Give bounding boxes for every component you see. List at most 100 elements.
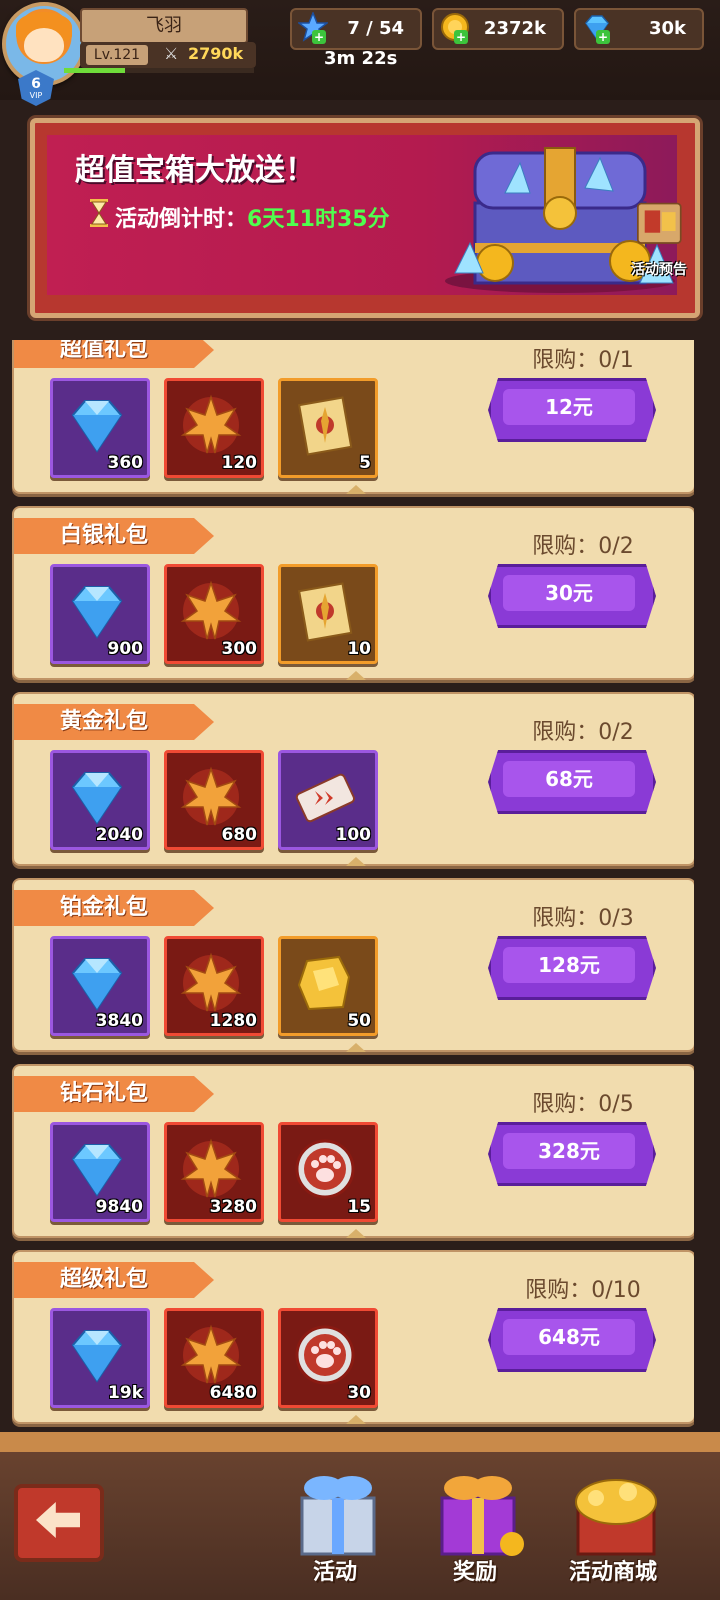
scroll-icon <box>637 202 682 244</box>
add-stamina-icon[interactable]: + <box>312 30 326 44</box>
purchase-limit: 限购：0/2 <box>532 534 634 559</box>
buy-button[interactable]: 12元 <box>488 378 656 442</box>
gem-icon <box>71 400 123 453</box>
buy-button[interactable]: 68元 <box>488 750 656 814</box>
spell-book-icon <box>298 396 353 456</box>
add-coin-icon[interactable]: + <box>454 30 468 44</box>
countdown-value: 6天11时35分 <box>247 207 390 232</box>
reward-quantity: 6480 <box>209 1383 257 1403</box>
tab-event-shop-label: 活动商城 <box>568 1560 657 1585</box>
vip-badge[interactable]: 6 VIP <box>18 70 54 106</box>
reward-quantity: 360 <box>107 453 144 473</box>
gift-pack-card: 白银礼包 900 300 10 限购：0/2 30元 <box>12 506 694 680</box>
gem-icon <box>71 772 123 825</box>
event-preview-label: 活动预告 <box>631 262 687 278</box>
stamina-timer: 3m 22s <box>324 48 398 69</box>
reward-quantity: 19k <box>108 1383 143 1403</box>
add-gem-icon[interactable]: + <box>596 30 610 44</box>
reward-item[interactable]: 680 <box>164 750 264 850</box>
reward-item[interactable]: 100 <box>278 750 378 850</box>
price-label: 68元 <box>503 761 635 797</box>
banner-title: 超值宝箱大放送！ <box>75 153 315 188</box>
coin-value: 2372k <box>483 18 546 39</box>
pack-title: 黄金礼包 <box>14 704 214 740</box>
pack-title: 白银礼包 <box>14 518 214 554</box>
back-button[interactable] <box>14 1484 104 1562</box>
reward-item[interactable]: 9840 <box>50 1122 150 1222</box>
card-pointer <box>346 485 366 494</box>
pack-list[interactable]: 超值礼包 360 120 5 限购：0/1 12元 白银礼包 900 300 10 限购：0/2 30… <box>12 340 694 1430</box>
reward-quantity: 900 <box>107 639 144 659</box>
reward-quantity: 10 <box>347 639 371 659</box>
price-label: 12元 <box>503 389 635 425</box>
reward-quantity: 50 <box>347 1011 371 1031</box>
reward-item[interactable]: 50 <box>278 936 378 1036</box>
buy-button[interactable]: 30元 <box>488 564 656 628</box>
reward-item[interactable]: 10 <box>278 564 378 664</box>
buy-button[interactable]: 128元 <box>488 936 656 1000</box>
combat-power: 2790k <box>188 44 244 63</box>
gem-icon <box>71 958 123 1011</box>
coin-counter[interactable]: + 2372k <box>432 8 564 50</box>
level-power-row: Lv.121 ⚔ 2790k <box>80 42 256 68</box>
spell-book-icon <box>298 582 353 642</box>
reward-quantity: 3840 <box>95 1011 143 1031</box>
reward-item[interactable]: 360 <box>50 378 150 478</box>
reward-item[interactable]: 1280 <box>164 936 264 1036</box>
card-pointer <box>346 1043 366 1052</box>
tab-rewards[interactable]: 奖励 <box>410 1448 540 1598</box>
xp-bar <box>64 68 254 73</box>
stamina-counter[interactable]: + 7 / 54 <box>290 8 422 50</box>
tab-activity-label: 活动 <box>312 1560 357 1585</box>
vip-label: VIP <box>29 90 43 100</box>
reward-item[interactable]: 15 <box>278 1122 378 1222</box>
reward-item[interactable]: 5 <box>278 378 378 478</box>
purchase-limit: 限购：0/1 <box>532 348 634 373</box>
gift-pack-card: 铂金礼包 3840 1280 50 限购：0/3 128元 <box>12 878 694 1052</box>
avatar-face <box>24 28 64 62</box>
reward-item[interactable]: 3280 <box>164 1122 264 1222</box>
reward-quantity: 680 <box>221 825 258 845</box>
maple-leaf-icon <box>180 766 242 826</box>
stamina-value: 7 / 54 <box>347 18 404 39</box>
reward-quantity: 100 <box>335 825 372 845</box>
reward-item[interactable]: 19k <box>50 1308 150 1408</box>
pack-title: 钻石礼包 <box>14 1076 214 1112</box>
gem-counter[interactable]: + 30k <box>574 8 704 50</box>
reward-item[interactable]: 30 <box>278 1308 378 1408</box>
purchase-limit: 限购：0/2 <box>532 720 634 745</box>
pack-title: 超级礼包 <box>14 1262 214 1298</box>
tab-activity[interactable]: 活动 <box>270 1448 400 1598</box>
buy-button[interactable]: 328元 <box>488 1122 656 1186</box>
buy-button[interactable]: 648元 <box>488 1308 656 1372</box>
tab-event-shop[interactable]: 活动商城 <box>548 1448 678 1598</box>
reward-quantity: 300 <box>221 639 258 659</box>
gem-icon <box>71 1144 123 1197</box>
countdown-label: 活动倒计时： <box>115 207 248 232</box>
maple-leaf-icon <box>180 394 242 454</box>
purchase-limit: 限购：0/5 <box>532 1092 634 1117</box>
maple-leaf-icon <box>180 1324 242 1384</box>
reward-item[interactable]: 6480 <box>164 1308 264 1408</box>
reward-item[interactable]: 120 <box>164 378 264 478</box>
gift-pack-card: 超级礼包 19k 6480 30 限购：0/10 648元 <box>12 1250 694 1424</box>
bottom-nav: 活动 奖励 活动商城 <box>0 1432 720 1600</box>
hourglass-icon <box>90 199 108 227</box>
price-label: 648元 <box>503 1319 635 1355</box>
card-pointer <box>346 1229 366 1238</box>
reward-quantity: 5 <box>359 453 371 473</box>
top-bar: 6 VIP 飞羽 Lv.121 ⚔ 2790k + 7 / 54 3m 22s … <box>0 0 720 106</box>
player-level: Lv.121 <box>86 45 148 65</box>
gem-icon <box>71 1330 123 1383</box>
reward-item[interactable]: 3840 <box>50 936 150 1036</box>
purchase-limit: 限购：0/3 <box>532 906 634 931</box>
reward-item[interactable]: 2040 <box>50 750 150 850</box>
reward-quantity: 120 <box>221 453 258 473</box>
reward-item[interactable]: 900 <box>50 564 150 664</box>
event-preview-button[interactable]: 活动预告 <box>631 193 695 283</box>
price-label: 128元 <box>503 947 635 983</box>
maple-leaf-icon <box>180 1138 242 1198</box>
gem-icon <box>71 586 123 639</box>
player-name: 飞羽 <box>80 8 248 44</box>
reward-item[interactable]: 300 <box>164 564 264 664</box>
